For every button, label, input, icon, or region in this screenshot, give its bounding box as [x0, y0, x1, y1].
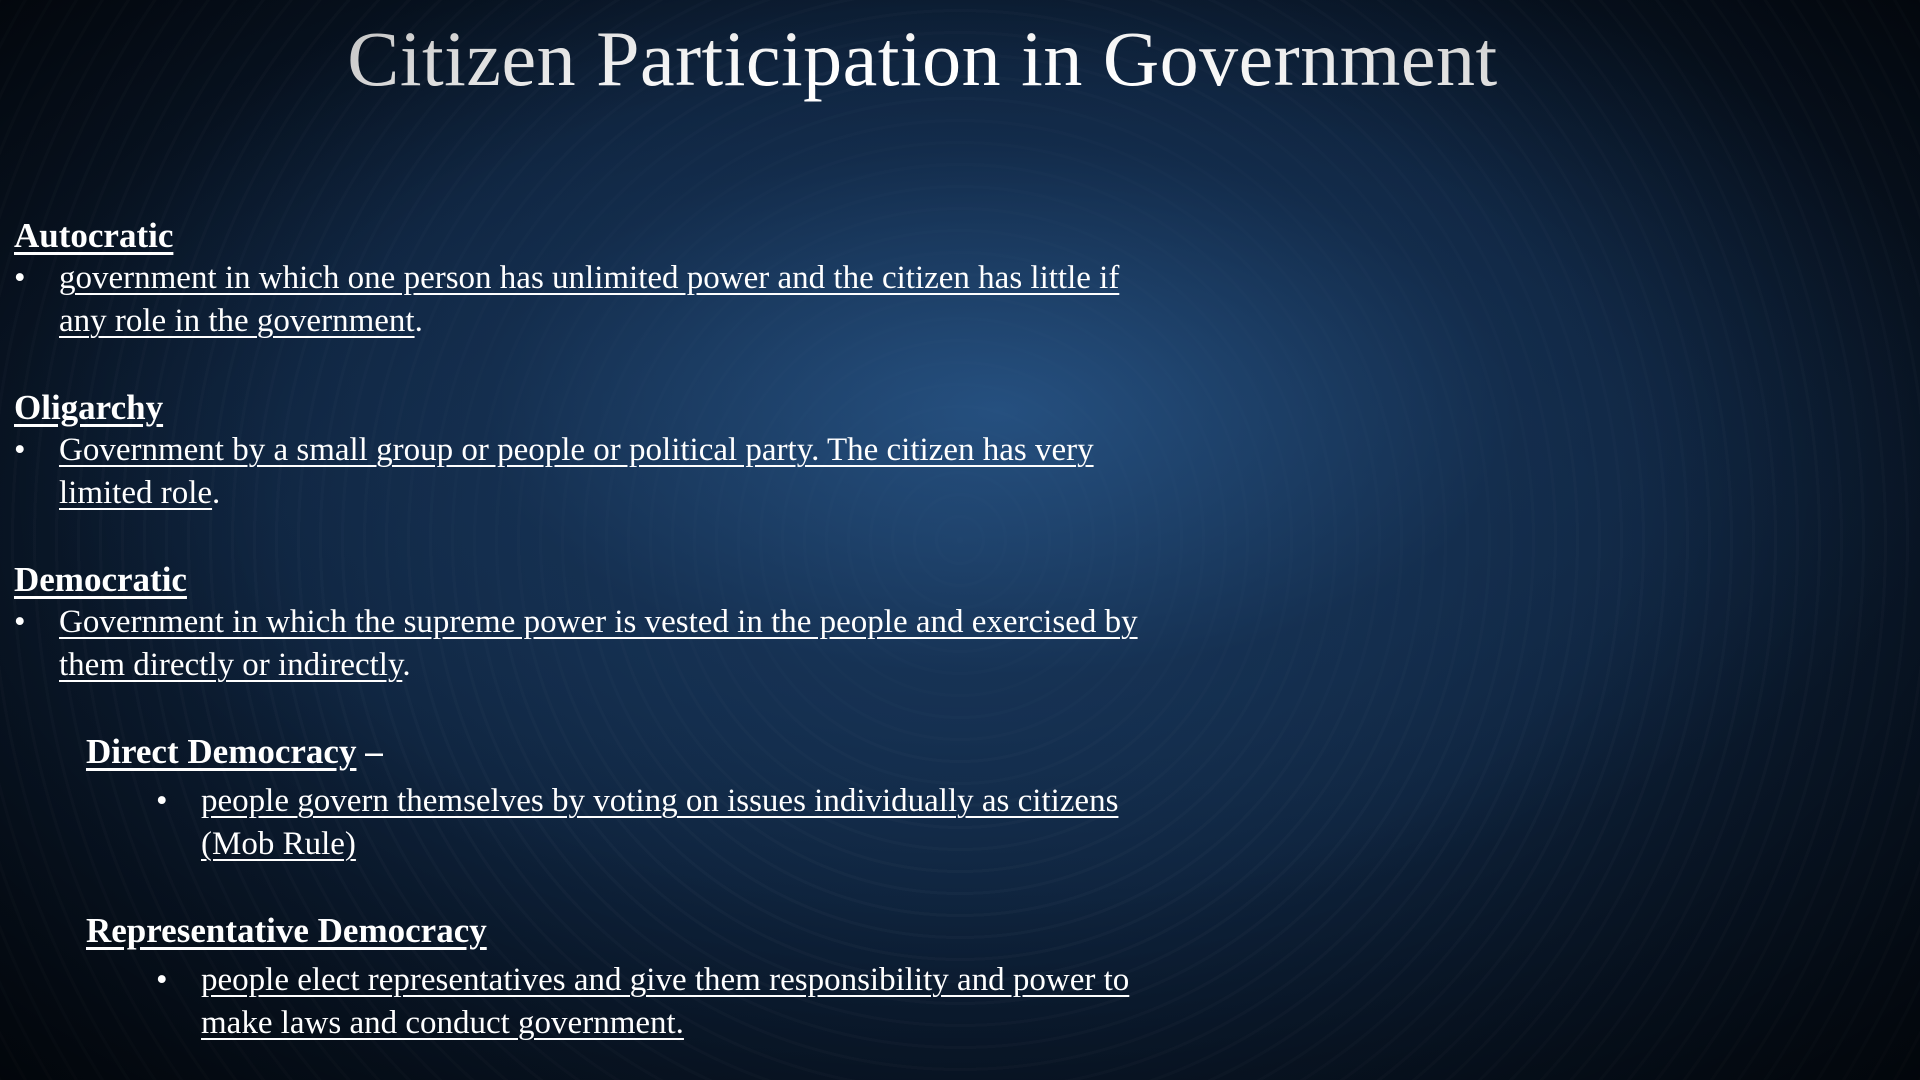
bullet-item: • government in which one person has unl… [14, 257, 1419, 343]
bullet-text-line: Government in which the supreme power is… [59, 604, 1138, 640]
section-heading: Oligarchy [14, 388, 164, 427]
bullet-dot-icon: • [14, 260, 26, 296]
bullet-text-line: any role in the government [59, 303, 415, 339]
bullet-text-line: them directly or indirectly [59, 647, 403, 683]
bullet-punctuation: . [402, 647, 411, 683]
bullet-dot-icon: • [156, 783, 168, 819]
subsection-direct-democracy: Direct Democracy – • people govern thems… [86, 730, 1514, 866]
bullet-text-line: limited role [59, 475, 213, 511]
section-autocratic: Autocratic • government in which one per… [14, 214, 1514, 343]
section-oligarchy: Oligarchy • Government by a small group … [14, 386, 1514, 515]
bullet-item: • people elect representatives and give … [156, 959, 1371, 1045]
bullet-text-line: people elect representatives and give th… [201, 962, 1130, 998]
bullet-dot-icon: • [156, 962, 168, 998]
bullet-text-line: government in which one person has unlim… [59, 260, 1120, 296]
bullet-text-line: Government by a small group or people or… [59, 432, 1094, 468]
bullet-item: • people govern themselves by voting on … [156, 780, 1371, 866]
slide-title: Citizen Participation in Government [347, 15, 1498, 102]
subsection-suffix: – [356, 732, 383, 771]
bullet-dot-icon: • [14, 604, 26, 640]
subsection-representative-democracy: Representative Democracy • people elect … [86, 909, 1514, 1045]
bullet-text-line: (Mob Rule) [201, 826, 356, 862]
slide-content: Autocratic • government in which one per… [14, 214, 1514, 1080]
section-democratic: Democratic • Government in which the sup… [14, 558, 1514, 687]
bullet-item: • Government by a small group or people … [14, 429, 1419, 515]
bullet-punctuation: . [414, 303, 423, 339]
slide: Citizen Participation in Government Auto… [0, 0, 1920, 1080]
section-heading: Democratic [14, 560, 187, 599]
bullet-text-line: people govern themselves by voting on is… [201, 783, 1119, 819]
bullet-dot-icon: • [14, 432, 26, 468]
subsection-heading: Representative Democracy [86, 911, 487, 950]
subsection-heading: Direct Democracy [86, 732, 357, 771]
bullet-item: • Government in which the supreme power … [14, 601, 1419, 687]
section-heading: Autocratic [14, 216, 174, 255]
bullet-text-line: make laws and conduct government. [201, 1005, 684, 1041]
bullet-punctuation: . [212, 475, 221, 511]
